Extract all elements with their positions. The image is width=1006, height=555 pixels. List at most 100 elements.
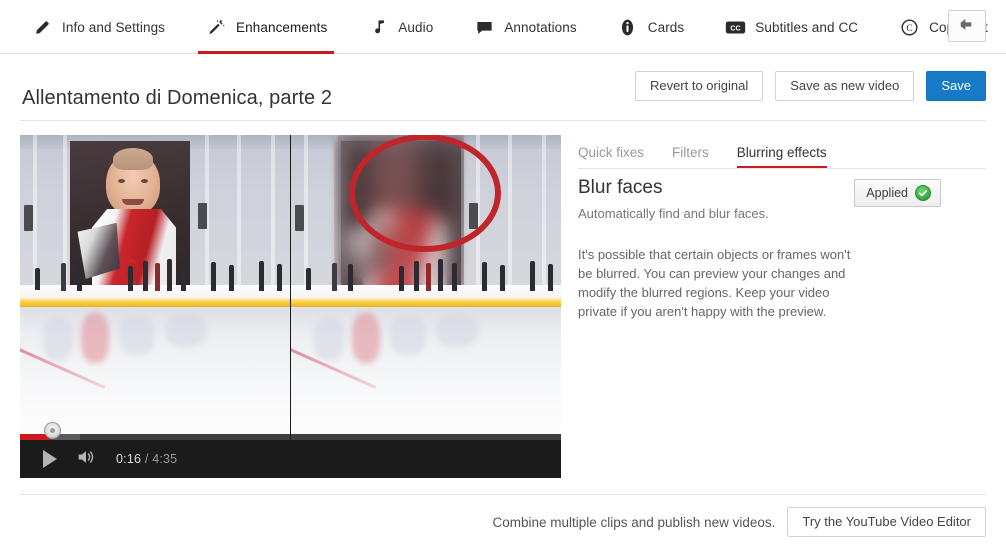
subtab-blurring-effects[interactable]: Blurring effects xyxy=(736,145,827,169)
subtab-filters[interactable]: Filters xyxy=(672,145,709,169)
panel-subtab-list: Quick fixes Filters Blurring effects xyxy=(578,135,986,169)
skater xyxy=(259,261,264,291)
skater xyxy=(332,263,337,291)
skater xyxy=(426,263,431,291)
skater xyxy=(500,265,505,291)
header-bar: Allentamento di Domenica, parte 2 Revert… xyxy=(0,54,1006,120)
banner-face-eye xyxy=(141,179,148,183)
back-button[interactable] xyxy=(948,10,986,42)
skater xyxy=(77,264,82,291)
speech-bubble-icon xyxy=(473,16,495,38)
video-preview-blurred xyxy=(291,135,561,440)
nav-tab-label: Enhancements xyxy=(236,19,328,35)
time-separator: / xyxy=(144,452,149,466)
nav-tab-annotations[interactable]: Annotations xyxy=(460,0,589,54)
green-check-icon xyxy=(915,185,931,201)
footer-bar: Combine multiple clips and publish new v… xyxy=(0,497,1006,555)
play-button[interactable] xyxy=(32,440,68,478)
nav-tab-label: Audio xyxy=(398,19,434,35)
arena-scene-blurred xyxy=(291,135,561,440)
back-arrow-icon xyxy=(959,16,976,36)
skater xyxy=(306,268,311,290)
skater xyxy=(348,264,353,291)
magic-wand-icon xyxy=(205,16,227,38)
control-row: 0:16 / 4:35 xyxy=(20,440,177,478)
ice-reflection xyxy=(352,313,380,363)
current-time: 0:16 xyxy=(116,452,142,466)
skater xyxy=(143,261,148,291)
nav-tab-cards[interactable]: Cards xyxy=(604,0,698,54)
blur-highlight-circle xyxy=(349,135,501,252)
footer-content: Combine multiple clips and publish new v… xyxy=(492,507,986,537)
skater xyxy=(155,263,160,291)
nav-tab-label: Info and Settings xyxy=(62,19,166,35)
nav-tab-enhancements[interactable]: Enhancements xyxy=(192,0,340,54)
save-button[interactable]: Save xyxy=(926,71,986,101)
skater xyxy=(181,263,186,291)
skater xyxy=(438,259,443,291)
blur-faces-description: It's possible that certain objects or fr… xyxy=(578,247,851,319)
ice-reflection xyxy=(43,317,73,361)
music-note-icon xyxy=(367,16,389,38)
nav-tab-list: Info and Settings Enhancements Audio Ann… xyxy=(18,0,1006,54)
play-icon xyxy=(43,450,57,468)
skater xyxy=(229,265,234,291)
player-controls: 0:16 / 4:35 xyxy=(20,422,561,478)
ice-reflection xyxy=(390,315,426,355)
nav-tab-info-and-settings[interactable]: Info and Settings xyxy=(18,0,178,54)
header-action-buttons: Revert to original Save as new video Sav… xyxy=(634,71,986,101)
skater xyxy=(61,263,66,291)
svg-text:CC: CC xyxy=(730,23,741,32)
subtab-quick-fixes[interactable]: Quick fixes xyxy=(578,145,644,169)
volume-button[interactable] xyxy=(68,440,104,478)
save-as-new-video-button[interactable]: Save as new video xyxy=(775,71,915,101)
nav-tab-label: Cards xyxy=(647,19,685,35)
skater xyxy=(482,262,487,291)
nav-tab-audio[interactable]: Audio xyxy=(354,0,446,54)
wall-speaker xyxy=(24,205,33,231)
ice-reflection xyxy=(165,313,207,347)
banner-face xyxy=(106,148,160,215)
nav-tab-subtitles-and-cc[interactable]: CC Subtitles and CC xyxy=(711,0,871,54)
ice-reflection xyxy=(436,313,478,347)
rink-ice xyxy=(20,307,290,440)
skater xyxy=(452,263,457,291)
volume-icon xyxy=(76,448,96,471)
header-divider xyxy=(20,120,986,121)
skater xyxy=(399,266,404,291)
ice-reflection xyxy=(119,315,155,355)
wall-beam xyxy=(271,135,275,293)
applied-label: Applied xyxy=(866,186,908,200)
skater xyxy=(277,264,282,291)
pencil-icon xyxy=(31,16,53,38)
wall-beam xyxy=(237,135,241,293)
nav-tab-label: Subtitles and CC xyxy=(755,19,859,35)
total-time: 4:35 xyxy=(152,452,178,466)
ice-reflection xyxy=(81,313,109,363)
video-player[interactable]: 0:16 / 4:35 xyxy=(20,135,561,478)
nav-tab-label: Annotations xyxy=(504,19,577,35)
video-preview-original xyxy=(20,135,290,440)
skater xyxy=(211,262,216,291)
time-display: 0:16 / 4:35 xyxy=(116,452,177,466)
arena-scene-original xyxy=(20,135,290,440)
rink-ice xyxy=(291,307,561,440)
skater xyxy=(530,261,535,291)
closed-caption-icon: CC xyxy=(724,16,746,38)
svg-text:C: C xyxy=(906,23,912,33)
skater xyxy=(548,264,553,291)
skater xyxy=(35,268,40,290)
banner-face-eye xyxy=(118,179,125,183)
try-video-editor-button[interactable]: Try the YouTube Video Editor xyxy=(787,507,986,537)
ice-reflection xyxy=(314,317,344,361)
skater xyxy=(128,266,133,291)
applied-status-button[interactable]: Applied xyxy=(854,179,941,207)
page-title: Allentamento di Domenica, parte 2 xyxy=(22,87,333,110)
preview-split-divider xyxy=(290,135,291,440)
wall-speaker xyxy=(198,203,207,229)
panel-subtab-divider xyxy=(578,168,986,169)
video-preview-stage[interactable] xyxy=(20,135,561,440)
revert-to-original-button[interactable]: Revert to original xyxy=(634,71,764,101)
footer-text: Combine multiple clips and publish new v… xyxy=(492,514,776,530)
blur-faces-section: Blur faces Automatically find and blur f… xyxy=(578,177,986,221)
